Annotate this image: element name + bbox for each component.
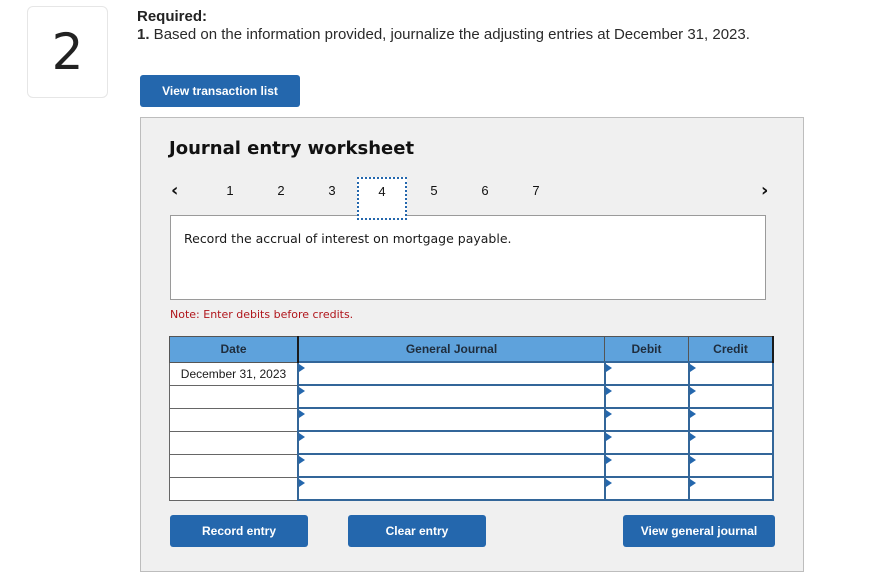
date-cell[interactable] [169, 384, 299, 409]
debit-input[interactable] [605, 362, 692, 385]
page-tab-5[interactable]: 5 [409, 177, 459, 219]
journal-row: December 31, 2023 [169, 361, 776, 386]
dropdown-flag-icon [605, 479, 612, 487]
instruction-text: 1. Based on the information provided, jo… [137, 26, 750, 43]
account-cell[interactable] [297, 476, 608, 501]
dropdown-flag-icon [299, 410, 305, 418]
required-label: Required: [137, 8, 208, 25]
debits-before-credits-note: Note: Enter debits before credits. [170, 308, 354, 321]
credit-input[interactable] [689, 454, 776, 477]
journal-row [169, 453, 776, 478]
debit-cell[interactable] [603, 384, 692, 409]
account-input[interactable] [299, 454, 608, 477]
account-cell[interactable] [297, 407, 608, 432]
credit-cell[interactable] [687, 384, 776, 409]
date-cell[interactable] [169, 430, 299, 455]
debit-input[interactable] [605, 385, 692, 408]
header-date: Date [169, 336, 299, 363]
entry-description-box: Record the accrual of interest on mortga… [170, 215, 766, 300]
view-general-journal-button[interactable]: View general journal [623, 515, 775, 547]
entry-description: Record the accrual of interest on mortga… [184, 231, 512, 246]
account-input[interactable] [299, 477, 608, 500]
debit-cell[interactable] [603, 361, 692, 386]
chevron-left-icon[interactable]: ‹ [171, 180, 178, 201]
account-input[interactable] [299, 362, 608, 385]
record-entry-button[interactable]: Record entry [170, 515, 308, 547]
journal-entry-worksheet: Journal entry worksheet ‹ 1 2 3 4 5 6 7 … [140, 117, 804, 572]
worksheet-title: Journal entry worksheet [169, 138, 415, 159]
page-tab-6[interactable]: 6 [460, 177, 510, 219]
journal-row [169, 476, 776, 501]
debit-input[interactable] [605, 454, 692, 477]
journal-row [169, 384, 776, 409]
journal-header-row: Date General Journal Debit Credit [169, 336, 774, 363]
credit-input[interactable] [689, 408, 776, 431]
dropdown-flag-icon [299, 433, 305, 441]
credit-cell[interactable] [687, 407, 776, 432]
dropdown-flag-icon [299, 364, 305, 372]
date-cell[interactable] [169, 407, 299, 432]
dropdown-flag-icon [605, 387, 612, 395]
dropdown-flag-icon [605, 433, 612, 441]
account-cell[interactable] [297, 384, 608, 409]
date-cell[interactable]: December 31, 2023 [169, 361, 299, 386]
dropdown-flag-icon [689, 410, 696, 418]
dropdown-flag-icon [689, 387, 696, 395]
dropdown-flag-icon [689, 456, 696, 464]
dropdown-flag-icon [689, 479, 696, 487]
credit-input[interactable] [689, 362, 776, 385]
instruction-body: Based on the information provided, journ… [149, 26, 750, 43]
dropdown-flag-icon [299, 479, 305, 487]
view-transaction-list-button[interactable]: View transaction list [140, 75, 300, 107]
credit-input[interactable] [689, 477, 776, 500]
account-input[interactable] [299, 385, 608, 408]
clear-entry-button[interactable]: Clear entry [348, 515, 486, 547]
dropdown-flag-icon [689, 364, 696, 372]
account-cell[interactable] [297, 430, 608, 455]
account-cell[interactable] [297, 361, 608, 386]
dropdown-flag-icon [605, 364, 612, 372]
dropdown-flag-icon [605, 456, 612, 464]
account-input[interactable] [299, 408, 608, 431]
page-tab-7[interactable]: 7 [511, 177, 561, 219]
header-general-journal: General Journal [297, 336, 605, 363]
page-tab-4-active[interactable]: 4 [357, 177, 407, 220]
account-input[interactable] [299, 431, 608, 454]
debit-input[interactable] [605, 431, 692, 454]
credit-cell[interactable] [687, 453, 776, 478]
dropdown-flag-icon [605, 410, 612, 418]
journal-row [169, 430, 776, 455]
credit-cell[interactable] [687, 476, 776, 501]
journal-row [169, 407, 776, 432]
credit-input[interactable] [689, 385, 776, 408]
debit-input[interactable] [605, 408, 692, 431]
journal-table: Date General Journal Debit Credit Decemb… [169, 336, 776, 501]
header-credit: Credit [688, 336, 774, 363]
page-tab-3[interactable]: 3 [307, 177, 357, 219]
credit-cell[interactable] [687, 430, 776, 455]
question-number-badge: 2 [27, 6, 108, 98]
instruction-number: 1. [137, 26, 150, 43]
debit-cell[interactable] [603, 453, 692, 478]
credit-input[interactable] [689, 431, 776, 454]
page-tab-2[interactable]: 2 [256, 177, 306, 219]
debit-cell[interactable] [603, 430, 692, 455]
date-cell[interactable] [169, 476, 299, 501]
date-cell[interactable] [169, 453, 299, 478]
debit-cell[interactable] [603, 407, 692, 432]
header-debit: Debit [604, 336, 689, 363]
dropdown-flag-icon [299, 387, 305, 395]
chevron-right-icon[interactable]: › [761, 180, 768, 201]
debit-input[interactable] [605, 477, 692, 500]
dropdown-flag-icon [299, 456, 305, 464]
account-cell[interactable] [297, 453, 608, 478]
credit-cell[interactable] [687, 361, 776, 386]
dropdown-flag-icon [689, 433, 696, 441]
page-tab-1[interactable]: 1 [205, 177, 255, 219]
debit-cell[interactable] [603, 476, 692, 501]
